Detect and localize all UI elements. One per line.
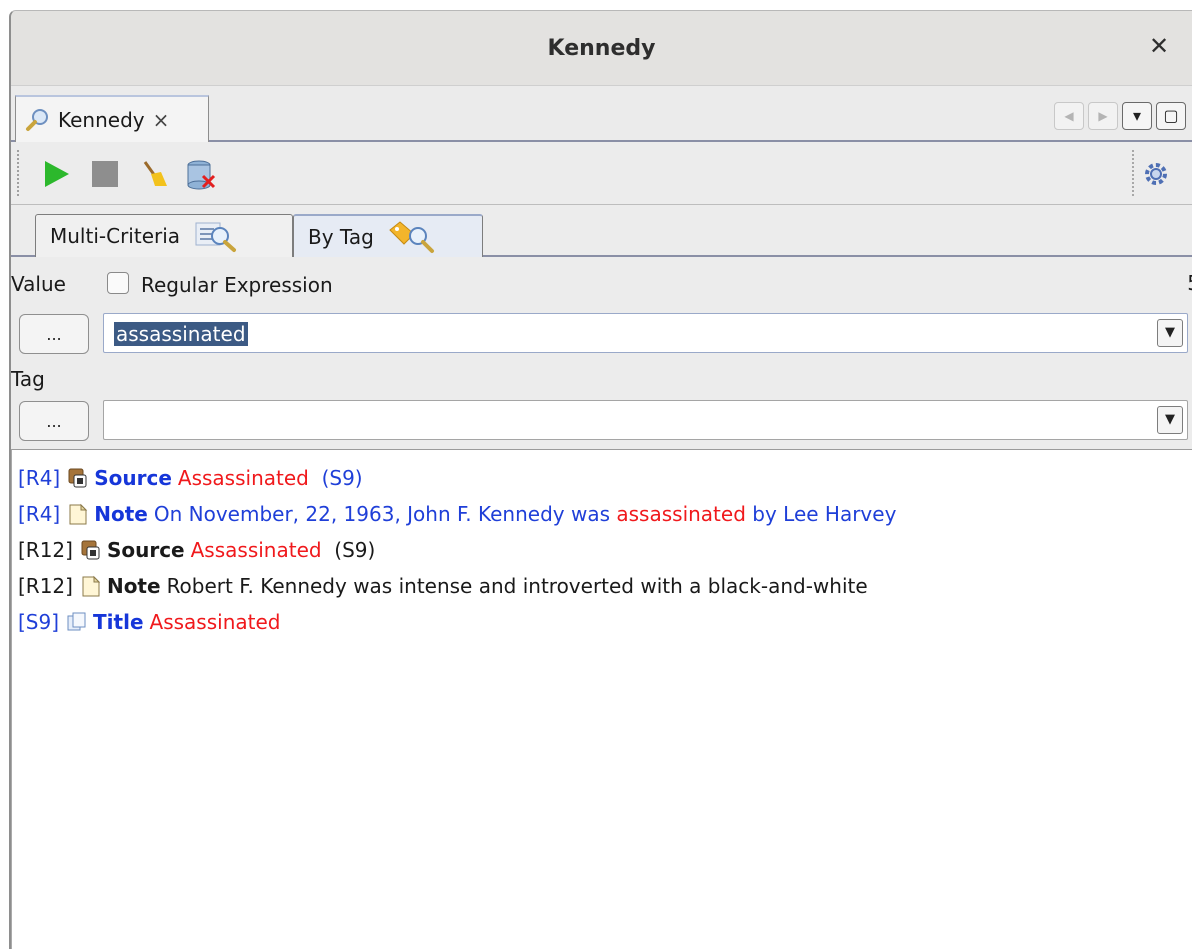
result-keyword: Title	[93, 610, 144, 634]
result-row[interactable]: [R12] Source Assassinated (S9)	[18, 532, 1192, 568]
title-icon	[67, 612, 86, 631]
tab-multi-criteria[interactable]: Multi-Criteria	[35, 214, 293, 257]
tab-kennedy[interactable]: Kennedy ×	[15, 95, 209, 142]
note-icon	[69, 504, 87, 525]
result-text: Robert F. Kennedy was intense and introv…	[166, 574, 868, 598]
value-input[interactable]: assassinated	[114, 322, 248, 346]
stop-icon[interactable]	[89, 158, 121, 190]
regex-checkbox[interactable]	[107, 272, 129, 294]
tag-dropdown-icon[interactable]: ▼	[1157, 406, 1183, 434]
tab-list-dropdown-icon[interactable]: ▾	[1122, 102, 1152, 130]
result-count: 5	[1187, 271, 1192, 295]
result-id: [R4]	[18, 502, 61, 526]
tab-label: Kennedy	[58, 107, 145, 132]
result-text: (S9)	[321, 538, 376, 562]
search-mode-tabs: Multi-Criteria By Tag	[11, 205, 1192, 257]
result-text: On November, 22, 1963, John F. Kennedy w…	[153, 502, 617, 526]
results-list: [R4] Source Assassinated (S9) [R4] Note On No…	[11, 449, 1192, 949]
search-window: Kennedy ✕ Kennedy × ◀ ▶ ▾ ▢ Multi-Criter…	[9, 10, 1192, 949]
multi-criteria-search-icon	[195, 222, 237, 252]
result-text: (S9)	[308, 466, 363, 490]
document-tab-strip: Kennedy × ◀ ▶ ▾ ▢	[11, 86, 1192, 142]
close-window-icon[interactable]: ✕	[1146, 33, 1172, 59]
match-highlight: assassinated	[616, 502, 746, 526]
maximize-icon[interactable]: ▢	[1156, 102, 1186, 130]
result-row[interactable]: [S9] Title Assassinated	[18, 604, 1192, 640]
regex-label: Regular Expression	[141, 273, 333, 297]
broom-icon[interactable]	[137, 158, 169, 190]
result-id: [R12]	[18, 574, 73, 598]
tag-combobox[interactable]: ▼	[103, 400, 1188, 440]
value-chooser-button[interactable]: ...	[19, 314, 89, 354]
tab-multi-criteria-label: Multi-Criteria	[50, 224, 181, 248]
match-highlight: Assassinated	[149, 610, 281, 634]
value-dropdown-icon[interactable]: ▼	[1157, 319, 1183, 347]
toolbar-separator	[1132, 150, 1134, 196]
title-bar: Kennedy ✕	[11, 11, 1192, 86]
database-clear-icon[interactable]	[185, 158, 217, 190]
toolbar-grip[interactable]	[17, 150, 23, 196]
result-id: [S9]	[18, 610, 60, 634]
result-keyword: Source	[94, 466, 172, 490]
tab-by-tag-label: By Tag	[308, 224, 374, 249]
result-row[interactable]: [R4] Note On November, 22, 1963, John F. K…	[18, 496, 1192, 532]
scroll-left-icon[interactable]: ◀	[1054, 102, 1084, 130]
result-id: [R12]	[18, 538, 73, 562]
result-row[interactable]: [R12] Note Robert F. Kennedy was intense a…	[18, 568, 1192, 604]
play-icon[interactable]	[41, 158, 73, 190]
result-keyword: Note	[94, 502, 148, 526]
result-text: by Lee Harvey	[745, 502, 897, 526]
toolbar	[11, 142, 1192, 205]
note-icon	[82, 576, 100, 597]
tab-close-icon[interactable]: ×	[153, 108, 170, 132]
result-keyword: Note	[106, 574, 161, 598]
settings-gear-icon[interactable]	[1140, 158, 1172, 190]
tag-label: Tag	[11, 367, 45, 391]
result-row[interactable]: [R4] Source Assassinated (S9)	[18, 460, 1192, 496]
window-title: Kennedy	[547, 36, 656, 61]
tag-search-icon	[389, 220, 434, 253]
match-highlight: Assassinated	[190, 538, 322, 562]
result-id: [R4]	[18, 466, 61, 490]
value-label: Value	[11, 272, 66, 296]
tab-navigation: ◀ ▶ ▾ ▢	[1054, 102, 1186, 130]
search-form: Value Regular Expression 5 ... assassina…	[11, 257, 1192, 449]
tag-chooser-button[interactable]: ...	[19, 401, 89, 441]
result-keyword: Source	[106, 538, 185, 562]
source-icon	[81, 540, 100, 560]
scroll-right-icon[interactable]: ▶	[1088, 102, 1118, 130]
search-icon	[26, 108, 48, 131]
tab-by-tag[interactable]: By Tag	[293, 214, 483, 257]
source-icon	[68, 468, 87, 488]
value-combobox[interactable]: assassinated ▼	[103, 313, 1188, 353]
match-highlight: Assassinated	[177, 466, 309, 490]
